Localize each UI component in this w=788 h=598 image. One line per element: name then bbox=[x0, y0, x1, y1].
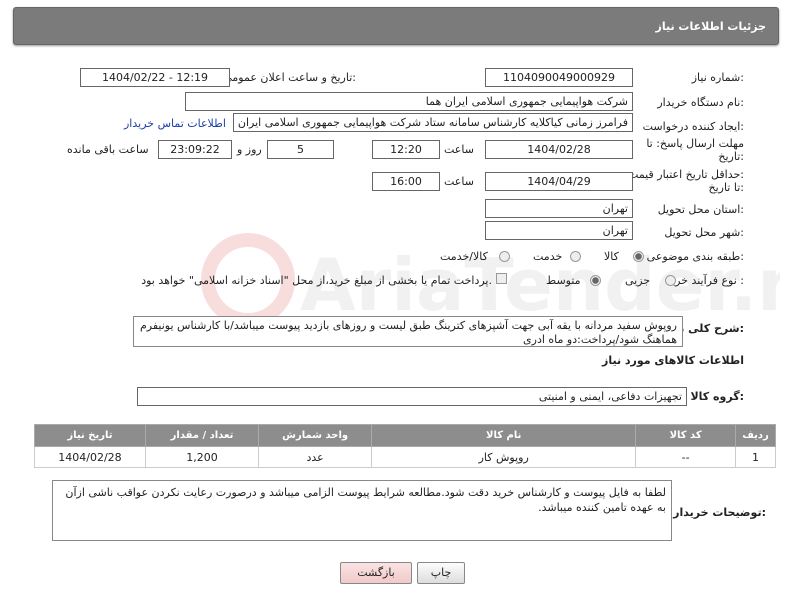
buyer-notes-textarea[interactable]: لطفا به فایل پیوست و کارشناس خرید دقت شو… bbox=[52, 480, 672, 541]
city-label: شهر محل تحویل: bbox=[664, 226, 744, 239]
cell-unit: عدد bbox=[258, 446, 373, 468]
col-unit: واحد شمارش bbox=[258, 424, 373, 447]
goods-table-header: تاریخ نیاز تعداد / مقدار واحد شمارش نام … bbox=[34, 424, 776, 447]
validity-label-date: تا تاریخ: bbox=[708, 181, 744, 194]
goods-group-field: تجهیزات دفاعی، ایمنی و امنیتی bbox=[137, 387, 687, 406]
details-header: جزئیات اطلاعات نیاز bbox=[13, 7, 779, 45]
treasury-payment-checkbox[interactable] bbox=[496, 273, 507, 284]
goods-table: تاریخ نیاز تعداد / مقدار واحد شمارش نام … bbox=[34, 424, 776, 468]
contact-info-link[interactable]: اطلاعات تماس خریدار bbox=[124, 117, 226, 130]
category-radio-goods[interactable] bbox=[633, 251, 644, 262]
process-option-medium: متوسط bbox=[546, 274, 581, 287]
process-option-minor: جزیی bbox=[625, 274, 651, 287]
deadline-label: مهلت ارسال پاسخ: تا bbox=[646, 137, 744, 150]
col-row-number: ردیف bbox=[735, 424, 776, 447]
header-title: جزئیات اطلاعات نیاز bbox=[655, 20, 767, 33]
col-quantity: تعداد / مقدار bbox=[144, 424, 260, 447]
days-label: روز و bbox=[237, 143, 262, 156]
cell-goods-code: -- bbox=[635, 446, 737, 468]
buyer-field: شرکت هواپیمایی جمهوری اسلامی ایران هما bbox=[185, 92, 633, 111]
category-option-both: کالا/خدمت bbox=[440, 250, 488, 263]
creator-label: ایجاد کننده درخواست: bbox=[642, 120, 744, 133]
back-button[interactable]: بازگشت bbox=[340, 562, 412, 584]
description-textarea[interactable]: روپوش سفید مردانه با یقه آبی جهت آشپزهای… bbox=[133, 316, 683, 347]
city-field: تهران bbox=[485, 221, 633, 240]
cell-quantity: 1,200 bbox=[144, 446, 260, 468]
need-number-label: شماره نیاز: bbox=[691, 71, 744, 84]
col-need-date: تاریخ نیاز bbox=[34, 424, 146, 447]
category-option-service: خدمت bbox=[533, 250, 563, 263]
announce-field: 1404/02/22 - 12:19 bbox=[80, 68, 230, 87]
deadline-date-field: 1404/02/28 bbox=[485, 140, 633, 159]
province-field: تهران bbox=[485, 199, 633, 218]
category-radio-service[interactable] bbox=[570, 251, 581, 262]
announce-label: تاریخ و ساعت اعلان عمومی: bbox=[223, 71, 356, 84]
validity-label: حداقل تاریخ اعتبار قیمت: bbox=[628, 168, 744, 181]
print-button[interactable]: چاپ bbox=[417, 562, 465, 584]
deadline-time-field: 12:20 bbox=[372, 140, 440, 159]
need-number-field: 1104090049000929 bbox=[485, 68, 633, 87]
process-radio-medium[interactable] bbox=[590, 275, 601, 286]
days-field: 5 bbox=[267, 140, 334, 159]
cell-need-date: 1404/02/28 bbox=[34, 446, 146, 468]
category-option-goods: کالا bbox=[604, 250, 619, 263]
category-radio-both[interactable] bbox=[499, 251, 510, 262]
col-goods-code: کد کالا bbox=[635, 424, 737, 447]
remaining-label: ساعت باقی مانده bbox=[67, 143, 149, 156]
cell-goods-name: روپوش کار bbox=[371, 446, 637, 468]
cell-row-number: 1 bbox=[735, 446, 776, 468]
remaining-time-field: 23:09:22 bbox=[158, 140, 232, 159]
creator-field: فرامرز زمانی کیاکلایه کارشناس سامانه ستا… bbox=[233, 113, 633, 132]
col-goods-name: نام کالا bbox=[371, 424, 637, 447]
validity-date-field: 1404/04/29 bbox=[485, 172, 633, 191]
treasury-payment-note: پرداخت تمام یا بخشی از مبلغ خرید،از محل … bbox=[141, 274, 492, 287]
province-label: استان محل تحویل: bbox=[657, 203, 744, 216]
goods-section-title: اطلاعات کالاهای مورد نیاز bbox=[602, 354, 744, 367]
buyer-notes-label: توضیحات خریدار: bbox=[673, 506, 766, 519]
goods-group-label: گروه کالا: bbox=[690, 390, 744, 403]
validity-time-field: 16:00 bbox=[372, 172, 440, 191]
category-label: طبقه بندی موضوعی: bbox=[646, 250, 744, 263]
deadline-time-label: ساعت bbox=[444, 143, 474, 156]
process-label: نوع فرآیند خرید : bbox=[666, 274, 744, 287]
validity-time-label: ساعت bbox=[444, 175, 474, 188]
buyer-label: نام دستگاه خریدار: bbox=[657, 96, 744, 109]
deadline-label-date: تاریخ: bbox=[718, 150, 744, 163]
process-radio-minor[interactable] bbox=[665, 275, 676, 286]
table-row: 1404/02/28 1,200 عدد روپوش کار -- 1 bbox=[34, 446, 776, 468]
